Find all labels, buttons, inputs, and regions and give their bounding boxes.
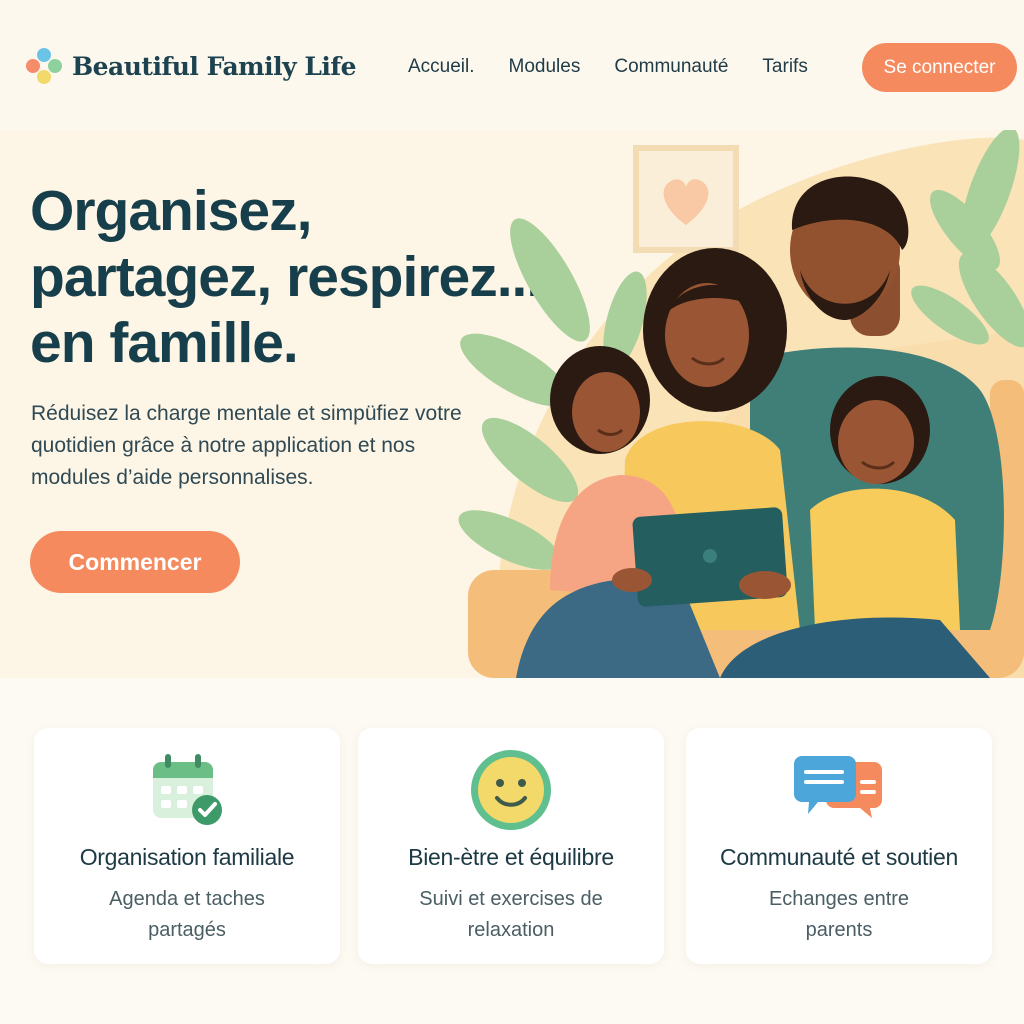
four-dots-logo-icon xyxy=(26,48,62,84)
feature-title: Organisation familiale xyxy=(79,844,295,870)
feature-description: Agenda et taches partagés xyxy=(109,888,265,941)
calendar-check-icon xyxy=(153,754,222,825)
feature-card-communaute[interactable]: Communauté et soutien Echanges entre par… xyxy=(686,728,992,964)
start-button[interactable]: Commencer xyxy=(30,531,240,593)
feature-description: Suivi et exercises de relaxation xyxy=(419,888,603,941)
smiley-face-icon xyxy=(471,750,551,830)
login-button[interactable]: Se connecter xyxy=(862,43,1017,92)
nav-item-accueil[interactable]: Accueil. xyxy=(408,56,475,78)
hero-section: Organisez, partagez, respirez... en fami… xyxy=(0,130,1024,678)
brand-logo[interactable]: Beautiful Family Life xyxy=(26,48,357,84)
hero-subtitle: Réduisez la charge mentale et simpüfiez … xyxy=(31,402,462,489)
features-section: Organisation familiale Agenda et taches … xyxy=(0,678,1024,1024)
hero-title-line: en famille. xyxy=(30,311,299,375)
feature-card-organisation[interactable]: Organisation familiale Agenda et taches … xyxy=(34,728,340,964)
feature-description: Echanges entre parents xyxy=(768,888,910,941)
main-nav: Accueil. Modules Communauté Tarifs xyxy=(408,56,842,78)
feature-title: Bien-ètre et équilibre xyxy=(408,844,614,870)
feature-card-bien-etre[interactable]: Bien-ètre et équilibre Suivi et exercise… xyxy=(358,728,664,964)
nav-item-communaute[interactable]: Communauté xyxy=(614,56,728,78)
nav-item-tarifs[interactable]: Tarifs xyxy=(762,56,807,78)
brand-name: Beautiful Family Life xyxy=(72,51,357,81)
family-on-couch-with-tablet-illustration xyxy=(458,130,1024,678)
site-header: Beautiful Family Life Accueil. Modules C… xyxy=(0,0,1024,130)
nav-item-modules[interactable]: Modules xyxy=(509,56,581,78)
feature-title: Communauté et soutien xyxy=(720,844,958,870)
hero-title-line: Organisez, xyxy=(30,179,312,243)
chat-bubbles-icon xyxy=(794,756,882,818)
